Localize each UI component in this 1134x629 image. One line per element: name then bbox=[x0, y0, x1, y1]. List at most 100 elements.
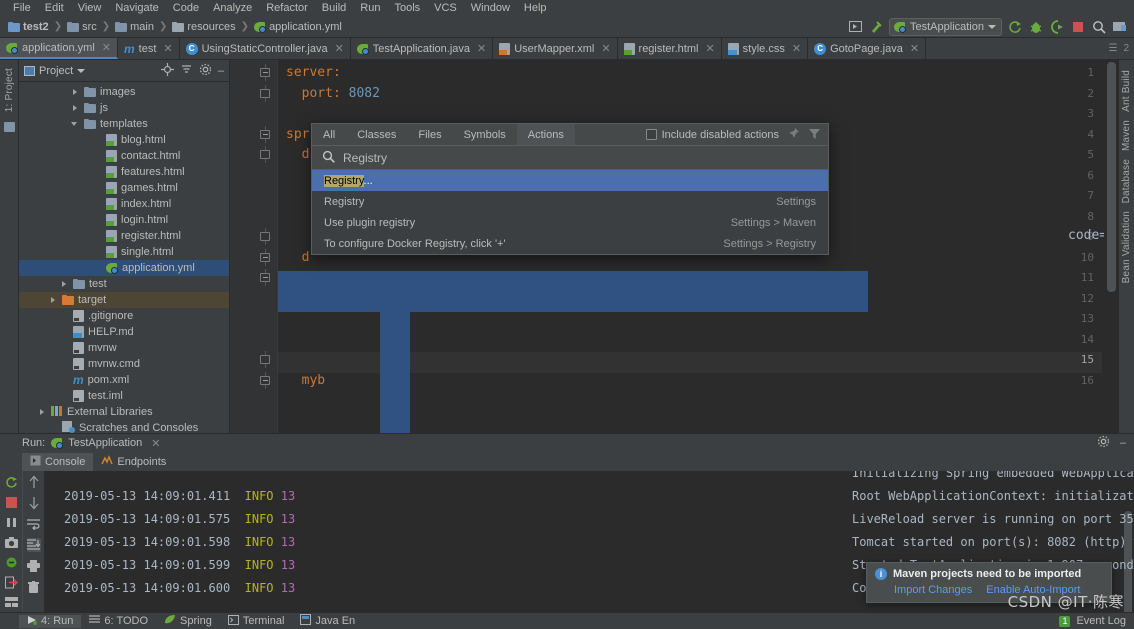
tab-overflow-area[interactable]: ☰ 2 bbox=[1103, 38, 1134, 59]
camera-icon[interactable] bbox=[4, 535, 18, 549]
tree-node[interactable]: m pom.xml bbox=[19, 372, 229, 388]
status-item-spring[interactable]: Spring bbox=[156, 614, 220, 628]
breadcrumb-item-src[interactable]: src bbox=[67, 21, 97, 33]
project-title[interactable]: Project bbox=[24, 65, 86, 77]
tree-node[interactable]: External Libraries bbox=[19, 404, 229, 420]
tree-node[interactable]: index.html bbox=[19, 196, 229, 212]
stop-icon[interactable] bbox=[4, 495, 18, 509]
breadcrumb-item-file[interactable]: application.yml bbox=[254, 21, 342, 33]
hide-icon[interactable]: – bbox=[218, 65, 224, 77]
close-icon[interactable]: ✕ bbox=[477, 42, 486, 55]
tab-actions[interactable]: Actions bbox=[516, 124, 575, 145]
editor-tab-style-css[interactable]: style.css ✕ bbox=[722, 38, 809, 59]
tree-node[interactable]: features.html bbox=[19, 164, 229, 180]
menu-item-edit[interactable]: Edit bbox=[38, 0, 71, 16]
folding-box[interactable] bbox=[260, 355, 270, 364]
folding-box[interactable] bbox=[260, 150, 270, 159]
breadcrumb-item-resources[interactable]: resources bbox=[172, 21, 236, 33]
close-icon[interactable]: ✕ bbox=[792, 42, 801, 55]
menu-item-file[interactable]: File bbox=[6, 0, 38, 16]
close-icon[interactable]: ✕ bbox=[910, 42, 919, 55]
tree-node[interactable]: test bbox=[19, 276, 229, 292]
close-icon[interactable]: ✕ bbox=[163, 42, 172, 55]
scrollbar-thumb[interactable] bbox=[1107, 62, 1116, 292]
breadcrumb-item-main[interactable]: main bbox=[115, 21, 154, 33]
tool-button-database[interactable]: Database bbox=[1121, 155, 1132, 207]
folding-box[interactable] bbox=[260, 232, 270, 241]
run-config-tab[interactable]: TestApplication ✕ bbox=[51, 437, 160, 450]
editor-tab-usermapper-xml[interactable]: UserMapper.xml ✕ bbox=[493, 38, 618, 59]
gear-icon[interactable] bbox=[1097, 435, 1110, 451]
editor-tab-testapplication[interactable]: TestApplication.java ✕ bbox=[351, 38, 494, 59]
project-tree[interactable]: images js templates blog.html contact.html fe… bbox=[19, 82, 229, 433]
search-result-item[interactable]: To configure Docker Registry, click '+' S… bbox=[312, 233, 828, 254]
chevron-right-icon[interactable] bbox=[60, 280, 69, 289]
code-folding-marker[interactable] bbox=[260, 84, 271, 102]
menu-item-code[interactable]: Code bbox=[166, 0, 206, 16]
filter-icon[interactable] bbox=[808, 127, 821, 143]
tab-endpoints[interactable]: Endpoints bbox=[93, 453, 174, 471]
editor-tab-usingstaticcontroller[interactable]: C UsingStaticController.java ✕ bbox=[180, 38, 351, 59]
tool-button-project[interactable]: 1: Project bbox=[4, 64, 15, 116]
menu-item-run[interactable]: Run bbox=[353, 0, 387, 16]
tool-button-bean-validation[interactable]: Bean Validation bbox=[1121, 207, 1132, 287]
tool-button-ant-build[interactable]: Ant Build bbox=[1121, 66, 1132, 116]
search-result-item[interactable]: Registry... bbox=[312, 170, 828, 191]
tree-node[interactable]: mvnw.cmd bbox=[19, 356, 229, 372]
menu-item-window[interactable]: Window bbox=[464, 0, 517, 16]
exit-icon[interactable] bbox=[4, 575, 18, 589]
project-structure-icon[interactable] bbox=[1112, 19, 1128, 35]
scroll-to-end-icon[interactable] bbox=[26, 538, 41, 552]
tool-button-maven[interactable]: Maven bbox=[1121, 116, 1132, 155]
tree-node[interactable]: application.yml bbox=[19, 260, 229, 276]
menu-item-refactor[interactable]: Refactor bbox=[259, 0, 315, 16]
code-folding-marker[interactable] bbox=[260, 269, 271, 286]
layout-icon[interactable] bbox=[4, 595, 18, 609]
tab-classes[interactable]: Classes bbox=[346, 124, 407, 145]
tree-node[interactable]: register.html bbox=[19, 228, 229, 244]
tree-node[interactable]: .gitignore bbox=[19, 308, 229, 324]
gear-icon[interactable] bbox=[199, 63, 212, 79]
editor-scrollbar[interactable] bbox=[1104, 60, 1118, 433]
stop-icon[interactable] bbox=[1070, 19, 1086, 35]
import-changes-link[interactable]: Import Changes bbox=[894, 584, 972, 596]
tab-symbols[interactable]: Symbols bbox=[453, 124, 517, 145]
delete-icon[interactable] bbox=[27, 580, 41, 594]
collapse-all-icon[interactable] bbox=[180, 63, 193, 79]
status-item-run[interactable]: 4: Run bbox=[19, 614, 82, 628]
tab-all[interactable]: All bbox=[312, 124, 346, 145]
search-everywhere-popup[interactable]: All Classes Files Symbols Actions Includ… bbox=[311, 123, 829, 255]
folding-box[interactable] bbox=[260, 375, 270, 385]
status-item-java-enterprise[interactable]: Java En bbox=[292, 614, 363, 628]
debug-icon[interactable] bbox=[1028, 19, 1044, 35]
menu-item-vcs[interactable]: VCS bbox=[427, 0, 464, 16]
status-item-terminal[interactable]: Terminal bbox=[220, 614, 293, 628]
menu-item-tools[interactable]: Tools bbox=[387, 0, 427, 16]
tree-node[interactable]: single.html bbox=[19, 244, 229, 260]
tree-node[interactable]: games.html bbox=[19, 180, 229, 196]
folding-box[interactable] bbox=[260, 273, 270, 282]
status-item-todo[interactable]: 6: TODO bbox=[81, 614, 156, 628]
code-folding-marker[interactable] bbox=[260, 146, 271, 163]
tab-files[interactable]: Files bbox=[407, 124, 452, 145]
search-everywhere-results[interactable]: Registry... Registry Settings Use plugin re… bbox=[312, 170, 828, 254]
search-everywhere-input-row[interactable]: Registry bbox=[312, 146, 828, 170]
folding-box[interactable] bbox=[260, 129, 270, 139]
breadcrumb-item-project[interactable]: test2 bbox=[8, 21, 49, 33]
tree-node[interactable]: templates bbox=[19, 116, 229, 132]
close-icon[interactable]: ✕ bbox=[151, 437, 160, 450]
chevron-right-icon[interactable] bbox=[38, 408, 47, 417]
run-configuration-selector[interactable]: TestApplication bbox=[889, 17, 1002, 36]
menu-item-help[interactable]: Help bbox=[517, 0, 554, 16]
search-result-item[interactable]: Use plugin registry Settings > Maven bbox=[312, 212, 828, 233]
soft-wrap-icon[interactable] bbox=[27, 517, 41, 531]
menu-item-navigate[interactable]: Navigate bbox=[108, 0, 165, 16]
folding-box[interactable] bbox=[260, 68, 270, 77]
tree-node[interactable]: Scratches and Consoles bbox=[19, 420, 229, 433]
tree-node[interactable]: images bbox=[19, 84, 229, 100]
pause-icon[interactable] bbox=[4, 515, 18, 529]
console-output[interactable]: 2019-05-13 14:09:01.411 INFO 13 2019-05-1… bbox=[44, 471, 1134, 629]
code-folding-marker[interactable] bbox=[260, 248, 271, 266]
include-disabled-actions-checkbox[interactable]: Include disabled actions bbox=[645, 129, 779, 141]
code-folding-marker[interactable] bbox=[260, 125, 271, 143]
